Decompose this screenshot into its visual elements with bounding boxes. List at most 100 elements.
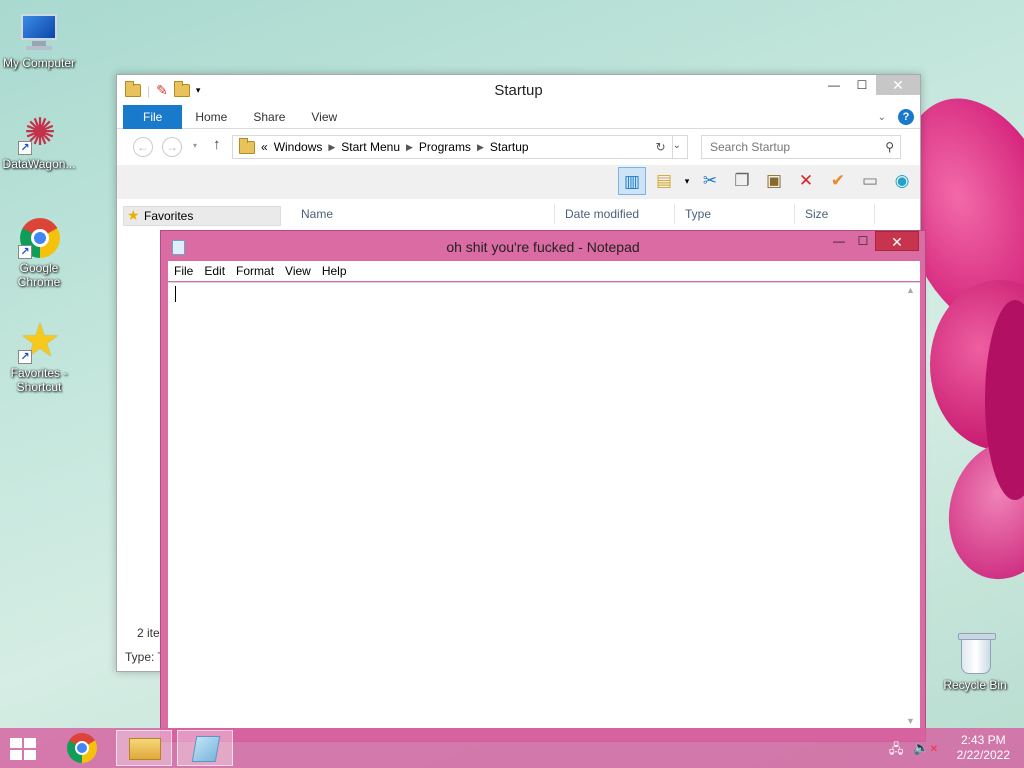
search-placeholder: Search Startup — [710, 140, 791, 154]
clock-date: 2/22/2022 — [956, 748, 1010, 762]
menu-format[interactable]: Format — [236, 264, 274, 278]
minimize-icon[interactable]: — — [820, 75, 848, 95]
taskbar: 🖧 🔈✕ 2:43 PM 2/22/2022 — [0, 728, 1024, 768]
column-date-modified[interactable]: Date modified — [555, 204, 675, 224]
taskbar-file-explorer[interactable] — [116, 730, 172, 766]
menu-bar: File Edit Format View Help — [168, 261, 920, 281]
vertical-scrollbar[interactable]: ▲ ▼ — [903, 283, 920, 728]
menu-file[interactable]: File — [174, 264, 193, 278]
breadcrumb-windows[interactable]: Windows — [274, 140, 323, 154]
paste-icon[interactable]: ▣ — [760, 167, 788, 195]
minimize-icon[interactable]: — — [827, 231, 851, 251]
tab-share[interactable]: Share — [240, 105, 298, 129]
column-type[interactable]: Type — [675, 204, 795, 224]
explorer-title-bar[interactable]: | ✎ ▾ Startup — ☐ ✕ — [117, 75, 920, 105]
menu-view[interactable]: View — [285, 264, 311, 278]
delete-icon[interactable]: ✕ — [792, 167, 820, 195]
window-controls: — ☐ ✕ — [820, 75, 920, 95]
window-title: Startup — [494, 82, 543, 99]
checkmark-icon[interactable]: ✔ — [824, 167, 852, 195]
notepad-window[interactable]: oh shit you're fucked - Notepad — ☐ ✕ Fi… — [160, 230, 926, 742]
chrome-icon — [67, 733, 97, 763]
chrome-icon: ↗ — [18, 217, 60, 259]
status-type: Type: T — [125, 650, 165, 664]
taskbar-notepad[interactable] — [177, 730, 233, 766]
shortcut-arrow-icon: ↗ — [18, 245, 32, 259]
maximize-icon[interactable]: ☐ — [851, 231, 875, 251]
chevron-right-icon[interactable]: ▶ — [477, 142, 484, 153]
desktop-icon-datawagon[interactable]: ✺ ↗ DataWagon... — [0, 113, 78, 171]
help-icon[interactable]: ? — [898, 109, 914, 125]
rename-icon[interactable]: ▭ — [856, 167, 884, 195]
datawagon-icon: ✺ ↗ — [18, 113, 60, 155]
chevron-right-icon[interactable]: ▶ — [328, 142, 335, 153]
back-icon[interactable]: ← — [133, 137, 153, 157]
toolbar-icons: ▥ ▤ ▾ ✂ ❐ ▣ ✕ ✔ ▭ ◉ — [618, 167, 916, 195]
command-toolbar: ▥ ▤ ▾ ✂ ❐ ▣ ✕ ✔ ▭ ◉ — [117, 165, 920, 199]
tab-view[interactable]: View — [298, 105, 350, 129]
ribbon-tabs: File Home Share View ⌄ ? — [117, 104, 920, 129]
window-title: oh shit you're fucked - Notepad — [446, 239, 640, 255]
star-icon: ★ — [127, 207, 140, 223]
star-icon: ★ ↗ — [18, 314, 61, 366]
desktop-icon-label: Google Chrome — [17, 261, 61, 289]
address-dropdown-icon[interactable]: ⌄ — [673, 140, 681, 151]
copy-icon[interactable]: ❐ — [728, 167, 756, 195]
address-bar[interactable]: « Windows ▶ Start Menu ▶ Programs ▶ Star… — [232, 135, 688, 159]
windows-logo-icon[interactable] — [10, 738, 38, 760]
globe-icon[interactable]: ◉ — [888, 167, 916, 195]
network-icon[interactable]: 🖧 — [889, 740, 904, 762]
column-size[interactable]: Size — [795, 204, 875, 224]
folder-icon — [129, 738, 161, 760]
scroll-down-icon[interactable]: ▼ — [906, 716, 915, 726]
expand-ribbon-icon[interactable]: ⌄ — [878, 112, 886, 123]
search-input[interactable]: Search Startup ⚲ — [701, 135, 901, 159]
close-icon[interactable]: ✕ — [875, 231, 919, 251]
shortcut-arrow-icon: ↗ — [18, 141, 32, 155]
breadcrumb-programs[interactable]: Programs — [419, 140, 471, 154]
clock-time: 2:43 PM — [960, 733, 1006, 747]
recent-dropdown-icon[interactable]: ▾ — [193, 141, 197, 150]
folder-icon — [239, 137, 255, 154]
desktop-icon-label: DataWagon... — [2, 157, 76, 171]
up-arrow-icon[interactable]: ↑ — [213, 136, 221, 153]
menu-help[interactable]: Help — [322, 264, 347, 278]
taskbar-chrome[interactable] — [54, 730, 110, 766]
tab-home[interactable]: Home — [182, 105, 240, 129]
nav-favorites[interactable]: ★ Favorites — [123, 206, 281, 226]
scroll-up-icon[interactable]: ▲ — [906, 285, 915, 295]
cut-icon[interactable]: ✂ — [696, 167, 724, 195]
breadcrumb-startup[interactable]: Startup — [490, 140, 529, 154]
text-caret — [175, 286, 176, 302]
navigation-bar: ← → ▾ ↑ « Windows ▶ Start Menu ▶ Program… — [117, 129, 920, 165]
status-item-count: 2 ite — [137, 626, 160, 640]
search-icon[interactable]: ⚲ — [885, 136, 894, 158]
tab-file[interactable]: File — [123, 104, 183, 129]
column-headers: Name Date modified Type Size — [291, 204, 875, 224]
refresh-icon[interactable]: ↻ — [649, 135, 673, 159]
desktop-icon-label: My Computer — [2, 56, 76, 70]
window-controls: — ☐ ✕ — [827, 231, 919, 251]
desktop-icon-recycle-bin[interactable]: Recycle Bin — [936, 633, 1014, 692]
notepad-text-area[interactable]: ▲ ▼ — [168, 282, 920, 728]
close-icon[interactable]: ✕ — [876, 75, 920, 95]
properties-icon[interactable]: ▤ — [650, 167, 678, 195]
desktop-icon-my-computer[interactable]: My Computer — [0, 12, 78, 70]
volume-muted-icon[interactable]: 🔈✕ — [913, 740, 938, 762]
address-overflow[interactable]: « — [261, 140, 268, 154]
desktop-icon-google-chrome[interactable]: ↗ Google Chrome — [0, 217, 78, 289]
column-name[interactable]: Name — [291, 204, 555, 224]
shortcut-arrow-icon: ↗ — [18, 350, 32, 364]
menu-edit[interactable]: Edit — [204, 264, 225, 278]
maximize-icon[interactable]: ☐ — [848, 75, 876, 95]
recycle-bin-icon — [954, 633, 996, 676]
properties-dropdown-icon[interactable]: ▾ — [682, 167, 692, 195]
clock[interactable]: 2:43 PM 2/22/2022 — [957, 733, 1010, 763]
forward-icon[interactable]: → — [162, 137, 182, 157]
column-header-row: ★ Favorites Name Date modified Type Size — [117, 202, 920, 226]
desktop-icon-favorites-shortcut[interactable]: ★ ↗ Favorites - Shortcut — [0, 314, 78, 394]
breadcrumb-start-menu[interactable]: Start Menu — [341, 140, 400, 154]
preview-pane-icon[interactable]: ▥ — [618, 167, 646, 195]
notepad-title-bar[interactable]: oh shit you're fucked - Notepad — ☐ ✕ — [161, 231, 925, 261]
chevron-right-icon[interactable]: ▶ — [406, 142, 413, 153]
